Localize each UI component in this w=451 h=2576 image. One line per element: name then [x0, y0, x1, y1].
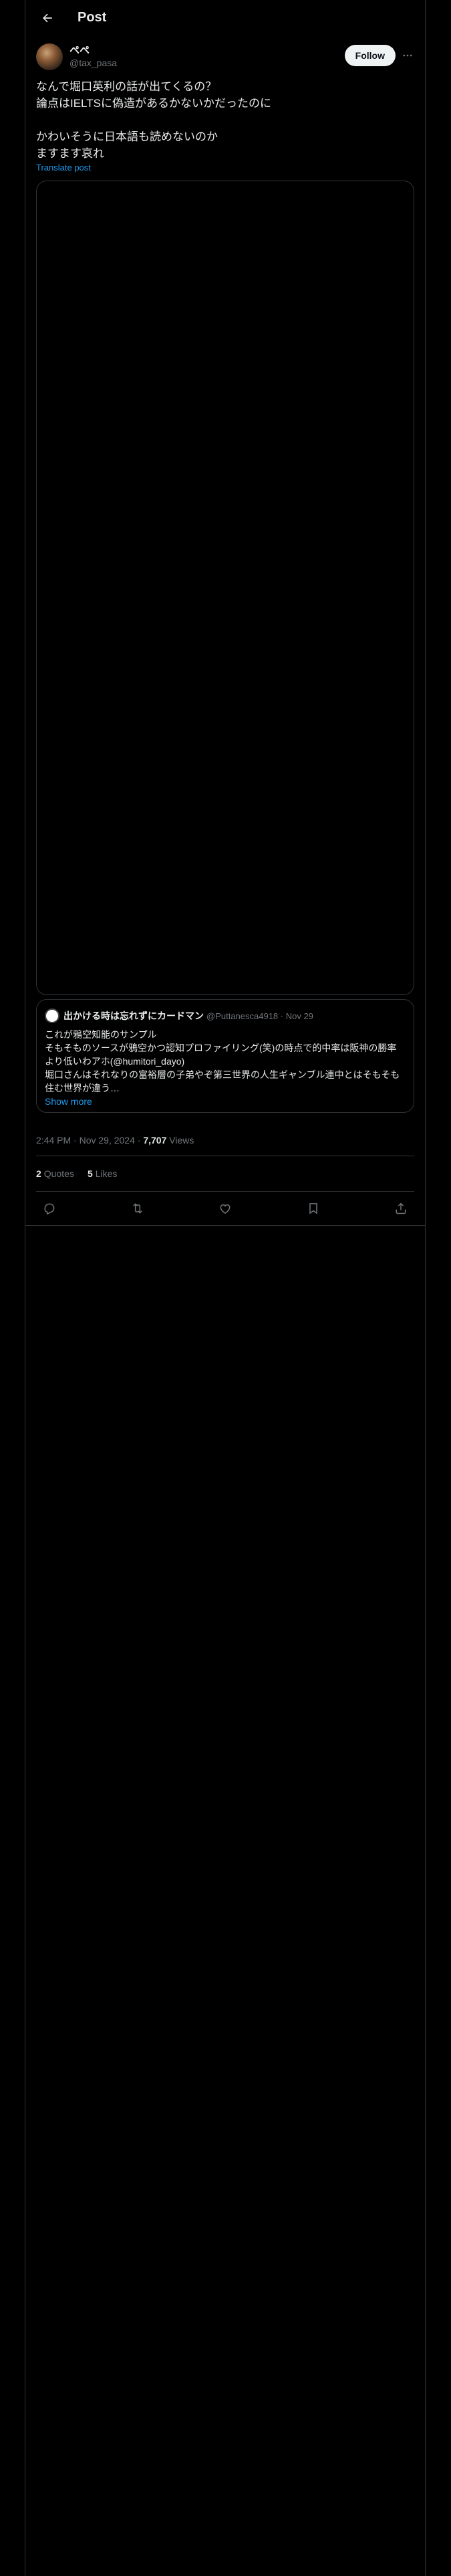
- quoted-avatar: [45, 1008, 59, 1023]
- avatar[interactable]: [36, 43, 63, 70]
- repost-icon: [132, 1203, 142, 1214]
- action-bar: [25, 1192, 425, 1225]
- like-button[interactable]: [217, 1200, 233, 1216]
- quotes-stat[interactable]: 2 Quotes: [36, 1168, 74, 1179]
- quotes-count: 2: [36, 1168, 41, 1179]
- quoted-display-name: 出かける時は忘れずにカードマン: [63, 1010, 204, 1021]
- post-text: なんで堀口英利の話が出てくるの？ 論点はIELTSに偽造があるかないかだったのに…: [36, 80, 271, 160]
- bookmark-button[interactable]: [305, 1200, 321, 1216]
- share-icon: [396, 1202, 406, 1214]
- views-count: 7,707: [143, 1135, 167, 1146]
- reply-button[interactable]: [41, 1200, 57, 1216]
- main-column: Post ペペ @tax_pasa Follow なんで堀口英利の話が出てくるの…: [25, 0, 426, 2576]
- post-media[interactable]: [36, 181, 414, 995]
- post-author: ペペ @tax_pasa Follow: [25, 35, 425, 76]
- quoted-post[interactable]: 出かける時は忘れずにカードマン @Puttanesca4918 · Nov 29…: [36, 999, 414, 1113]
- likes-stat[interactable]: 5 Likes: [88, 1168, 117, 1179]
- author-handle[interactable]: @tax_pasa: [69, 57, 117, 69]
- author-names: ペペ @tax_pasa: [69, 45, 117, 76]
- quoted-handle-date: @Puttanesca4918 · Nov 29: [206, 1010, 313, 1021]
- author-display-name[interactable]: ペペ: [69, 45, 117, 57]
- share-button[interactable]: [393, 1200, 409, 1216]
- follow-button[interactable]: Follow: [344, 45, 396, 66]
- show-more-link[interactable]: Show more: [45, 1095, 406, 1108]
- page-title: Post: [78, 10, 107, 25]
- views-label: Views: [166, 1135, 194, 1146]
- like-icon: [220, 1204, 231, 1214]
- more-icon: [403, 54, 412, 57]
- post-stats: 2 Quotes 5 Likes: [25, 1156, 425, 1191]
- likes-count: 5: [87, 1168, 93, 1179]
- quotes-label: Quotes: [43, 1168, 74, 1179]
- repost-button[interactable]: [130, 1200, 146, 1216]
- post-timestamp[interactable]: 2:44 PM · Nov 29, 2024 ·: [36, 1135, 143, 1146]
- back-arrow-icon: [43, 13, 52, 22]
- post-meta: 2:44 PM · Nov 29, 2024 · 7,707 Views: [25, 1133, 425, 1148]
- back-button[interactable]: [36, 7, 59, 29]
- bookmark-icon: [309, 1203, 317, 1214]
- reply-icon: [44, 1203, 55, 1215]
- likes-label: Likes: [95, 1168, 118, 1179]
- more-button[interactable]: [400, 47, 416, 64]
- page: Post ペペ @tax_pasa Follow なんで堀口英利の話が出てくるの…: [0, 0, 451, 2576]
- quoted-text: これが鴉空知能のサンプル そもそものソースが鴉空かつ認知プロファイリング(笑)の…: [45, 1029, 400, 1093]
- translate-post-link[interactable]: Translate post: [25, 162, 425, 174]
- header: Post: [25, 0, 425, 35]
- divider: [25, 1225, 425, 1226]
- quoted-post-header: 出かける時は忘れずにカードマン @Puttanesca4918 · Nov 29: [45, 1008, 406, 1024]
